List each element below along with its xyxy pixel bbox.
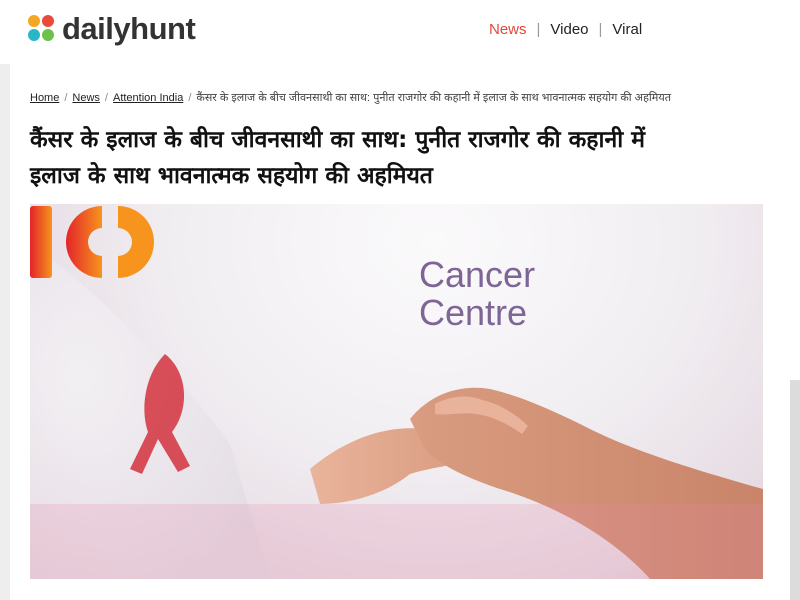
nav-viral[interactable]: Viral xyxy=(612,21,642,38)
article-content: Home / News / Attention India / कैंसर के इलाज … xyxy=(10,64,800,600)
nav-separator: | xyxy=(536,21,541,38)
breadcrumb-separator: / xyxy=(64,92,68,104)
article-title-line-2: इलाज के साथ भावनात्मक सहयोग की अहमियत xyxy=(30,163,433,189)
breadcrumb-news[interactable]: News xyxy=(72,92,100,104)
pink-glow xyxy=(30,504,763,579)
article-title: कैंसर के इलाज के बीच जीवनसाथी का साथ: पु… xyxy=(30,122,770,194)
dailyhunt-logo[interactable]: dailyhunt xyxy=(28,11,196,46)
breadcrumb-attention-india[interactable]: Attention India xyxy=(113,92,183,104)
scrollbar-track[interactable] xyxy=(790,380,800,600)
site-header: dailyhunt News | Video | Viral xyxy=(0,0,800,64)
brand-line-1: Cancer xyxy=(419,254,536,295)
logo-text: dailyhunt xyxy=(62,11,196,46)
top-nav: News | Video | Viral xyxy=(489,21,642,38)
breadcrumb-home[interactable]: Home xyxy=(30,92,59,104)
brand-line-2: Centre xyxy=(419,292,528,333)
nav-separator: | xyxy=(598,21,603,38)
hero-image: Cancer Centre xyxy=(30,204,763,579)
nav-news[interactable]: News xyxy=(489,21,527,38)
kd-logo-icon xyxy=(30,206,154,278)
breadcrumb-current: कैंसर के इलाज के बीच जीवनसाथी का साथ: पु… xyxy=(196,92,671,104)
article-title-line-1: कैंसर के इलाज के बीच जीवनसाथी का साथ: पु… xyxy=(30,127,645,153)
dailyhunt-logo-icon xyxy=(28,15,56,43)
nav-video[interactable]: Video xyxy=(550,21,588,38)
breadcrumb-separator: / xyxy=(104,92,108,104)
cancer-centre-text: Cancer Centre xyxy=(419,256,535,332)
breadcrumb-separator: / xyxy=(188,92,192,104)
breadcrumb: Home / News / Attention India / कैंसर के इलाज … xyxy=(30,90,790,105)
